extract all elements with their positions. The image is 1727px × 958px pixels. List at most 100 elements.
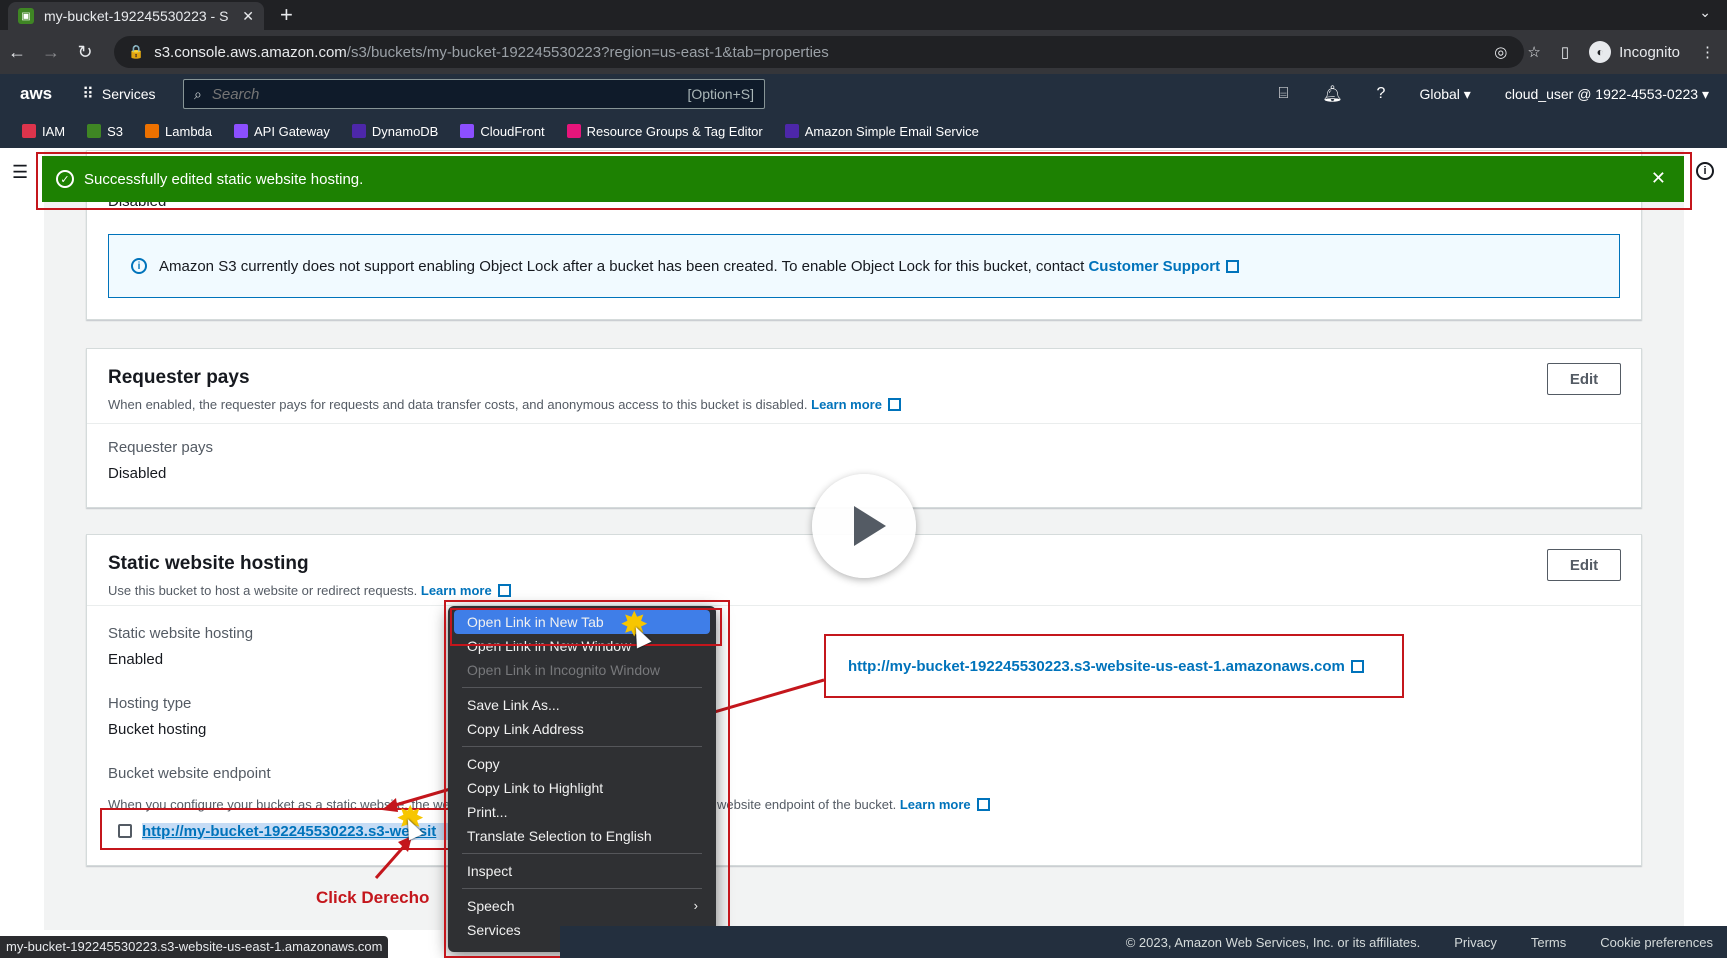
account-menu[interactable]: cloud_user @ 1922-4553-0223 ▾ bbox=[1505, 86, 1709, 103]
requester-pays-desc-text: When enabled, the requester pays for req… bbox=[108, 397, 812, 412]
favorites-bar: IAM S3 Lambda API Gateway DynamoDB Cloud… bbox=[0, 114, 1727, 148]
object-lock-info-alert: i Amazon S3 currently does not support e… bbox=[108, 234, 1620, 298]
search-input[interactable] bbox=[211, 85, 688, 103]
endpoint-desc-end-text: website endpoint of the bucket. bbox=[717, 797, 900, 812]
services-menu[interactable]: ⠿ Services bbox=[82, 84, 155, 104]
tab-search-chevron-icon[interactable]: ⌄ bbox=[1699, 4, 1711, 21]
region-selector[interactable]: Global ▾ bbox=[1419, 86, 1470, 103]
favorite-label: DynamoDB bbox=[371, 123, 439, 139]
requester-pays-learn-more-link[interactable]: Learn more bbox=[811, 397, 882, 412]
dynamodb-icon bbox=[351, 124, 366, 138]
search-box[interactable]: ⌕ [Option+S] bbox=[183, 79, 765, 109]
favorite-resource-groups[interactable]: Resource Groups & Tag Editor bbox=[566, 124, 763, 139]
requester-pays-edit-button[interactable]: Edit bbox=[1547, 363, 1621, 395]
footer-cookie-preferences-link[interactable]: Cookie preferences bbox=[1600, 935, 1713, 950]
ses-icon bbox=[784, 124, 799, 138]
info-icon: i bbox=[131, 258, 147, 274]
endpoint-url-callout: http://my-bucket-192245530223.s3-website… bbox=[824, 634, 1404, 698]
object-lock-info-text: Amazon S3 currently does not support ena… bbox=[159, 257, 1085, 275]
play-button[interactable] bbox=[812, 474, 916, 578]
lock-icon[interactable]: 🔒 bbox=[128, 44, 144, 60]
favorite-ses[interactable]: Amazon Simple Email Service bbox=[784, 123, 979, 139]
page-footer: © 2023, Amazon Web Services, Inc. or its… bbox=[560, 926, 1727, 958]
resource-groups-icon bbox=[566, 124, 581, 138]
iam-icon bbox=[22, 124, 36, 138]
help-icon[interactable]: ? bbox=[1377, 85, 1386, 103]
hosting-type-label: Hosting type bbox=[108, 695, 192, 712]
favorite-api-gateway[interactable]: API Gateway bbox=[234, 124, 330, 139]
aws-nav-right: ⌸ 🔔︎ ? Global ▾ cloud_user @ 1922-4553-0… bbox=[1279, 74, 1709, 114]
hosting-type-value: Bucket hosting bbox=[108, 721, 207, 738]
requester-pays-label: Requester pays bbox=[108, 439, 214, 456]
footer-privacy-link[interactable]: Privacy bbox=[1454, 935, 1497, 950]
browser-tab-strip: ▣ my-bucket-192245530223 - S ✕ + ⌄ bbox=[0, 0, 1727, 30]
s3-favicon-icon: ▣ bbox=[18, 8, 34, 24]
favorite-lambda[interactable]: Lambda bbox=[145, 124, 212, 139]
favorite-iam[interactable]: IAM bbox=[22, 124, 65, 139]
endpoint-label: Bucket website endpoint bbox=[108, 765, 271, 782]
cloudshell-icon[interactable]: ⌸ bbox=[1279, 85, 1289, 103]
endpoint-learn-more-link[interactable]: Learn more bbox=[900, 797, 971, 812]
incognito-profile[interactable]: ◐ Incognito bbox=[1589, 41, 1680, 63]
grid-icon: ⠿ bbox=[82, 86, 94, 103]
region-label: Global bbox=[1419, 85, 1460, 102]
requester-pays-value: Disabled bbox=[108, 465, 167, 482]
info-panel-icon[interactable]: i bbox=[1696, 162, 1714, 180]
url-host: s3.console.aws.amazon.com bbox=[154, 43, 347, 61]
external-link-icon bbox=[1350, 659, 1364, 673]
url-path: /s3/buckets/my-bucket-192245530223?regio… bbox=[346, 43, 829, 61]
customer-support-link[interactable]: Customer Support bbox=[1088, 258, 1220, 275]
incognito-icon: ◐ bbox=[1589, 41, 1612, 63]
footer-terms-link[interactable]: Terms bbox=[1531, 935, 1566, 950]
browser-toolbar: ← → ↻ 🔒 s3.console.aws.amazon.com/s3/buc… bbox=[0, 30, 1727, 74]
favorite-label: API Gateway bbox=[254, 123, 330, 139]
favorite-cloudfront[interactable]: CloudFront bbox=[460, 123, 545, 139]
search-shortcut-hint: [Option+S] bbox=[687, 86, 754, 102]
hamburger-menu-icon[interactable]: ☰ bbox=[12, 162, 28, 183]
favorite-label: S3 bbox=[107, 123, 124, 139]
favorite-s3[interactable]: S3 bbox=[87, 124, 123, 139]
notifications-bell-icon[interactable]: 🔔︎ bbox=[1322, 84, 1342, 104]
favorite-label: CloudFront bbox=[480, 123, 545, 139]
favorite-label: Amazon Simple Email Service bbox=[804, 123, 979, 139]
bookmark-star-icon[interactable]: ☆ bbox=[1527, 43, 1540, 61]
api-gateway-icon bbox=[234, 124, 249, 138]
aws-logo[interactable]: aws bbox=[20, 84, 52, 104]
external-link-icon bbox=[497, 584, 511, 597]
account-label: cloud_user @ 1922-4553-0223 bbox=[1504, 85, 1699, 102]
favorite-label: Lambda bbox=[165, 123, 213, 139]
footer-copyright: © 2023, Amazon Web Services, Inc. or its… bbox=[1125, 934, 1421, 950]
static-hosting-edit-button[interactable]: Edit bbox=[1547, 549, 1621, 581]
requester-pays-title: Requester pays bbox=[108, 367, 250, 388]
side-panel-icon[interactable]: ▯ bbox=[1561, 43, 1569, 61]
external-link-icon bbox=[887, 398, 901, 411]
search-icon: ⌕ bbox=[194, 85, 202, 102]
address-bar[interactable]: 🔒 s3.console.aws.amazon.com/s3/buckets/m… bbox=[114, 36, 1524, 68]
new-tab-icon[interactable]: + bbox=[280, 2, 293, 28]
divider bbox=[87, 423, 1641, 424]
tab-title: my-bucket-192245530223 - S bbox=[44, 8, 229, 24]
close-tab-icon[interactable]: ✕ bbox=[242, 8, 254, 25]
browser-tab[interactable]: ▣ my-bucket-192245530223 - S ✕ bbox=[8, 2, 264, 30]
favorite-dynamodb[interactable]: DynamoDB bbox=[351, 123, 439, 139]
reload-icon[interactable]: ↻ bbox=[68, 42, 102, 63]
click-derecho-annotation: Click Derecho bbox=[316, 888, 430, 907]
divider bbox=[87, 605, 1641, 606]
cloudfront-icon bbox=[460, 124, 475, 138]
static-hosting-learn-more-link[interactable]: Learn more bbox=[421, 583, 492, 598]
eye-slash-icon[interactable]: ◎ bbox=[1494, 43, 1507, 61]
static-hosting-value: Enabled bbox=[108, 651, 164, 668]
requester-pays-description: When enabled, the requester pays for req… bbox=[108, 397, 1620, 412]
favorite-label: IAM bbox=[42, 123, 66, 139]
back-icon[interactable]: ← bbox=[0, 42, 34, 63]
external-link-icon bbox=[1226, 259, 1240, 273]
s3-icon bbox=[87, 124, 102, 138]
endpoint-description-end: website endpoint of the bucket. Learn mo… bbox=[717, 797, 990, 812]
kebab-menu-icon[interactable]: ⋮ bbox=[1700, 43, 1715, 61]
endpoint-url-callout-link[interactable]: http://my-bucket-192245530223.s3-website… bbox=[848, 658, 1345, 675]
play-icon bbox=[854, 506, 886, 546]
flash-highlight-annotation bbox=[36, 152, 1692, 210]
forward-icon[interactable]: → bbox=[34, 42, 68, 63]
toolbar-right: ◎ ☆ ▯ ◐ Incognito ⋮ bbox=[1494, 30, 1715, 74]
browser-status-bar: my-bucket-192245530223.s3-website-us-eas… bbox=[0, 936, 389, 958]
